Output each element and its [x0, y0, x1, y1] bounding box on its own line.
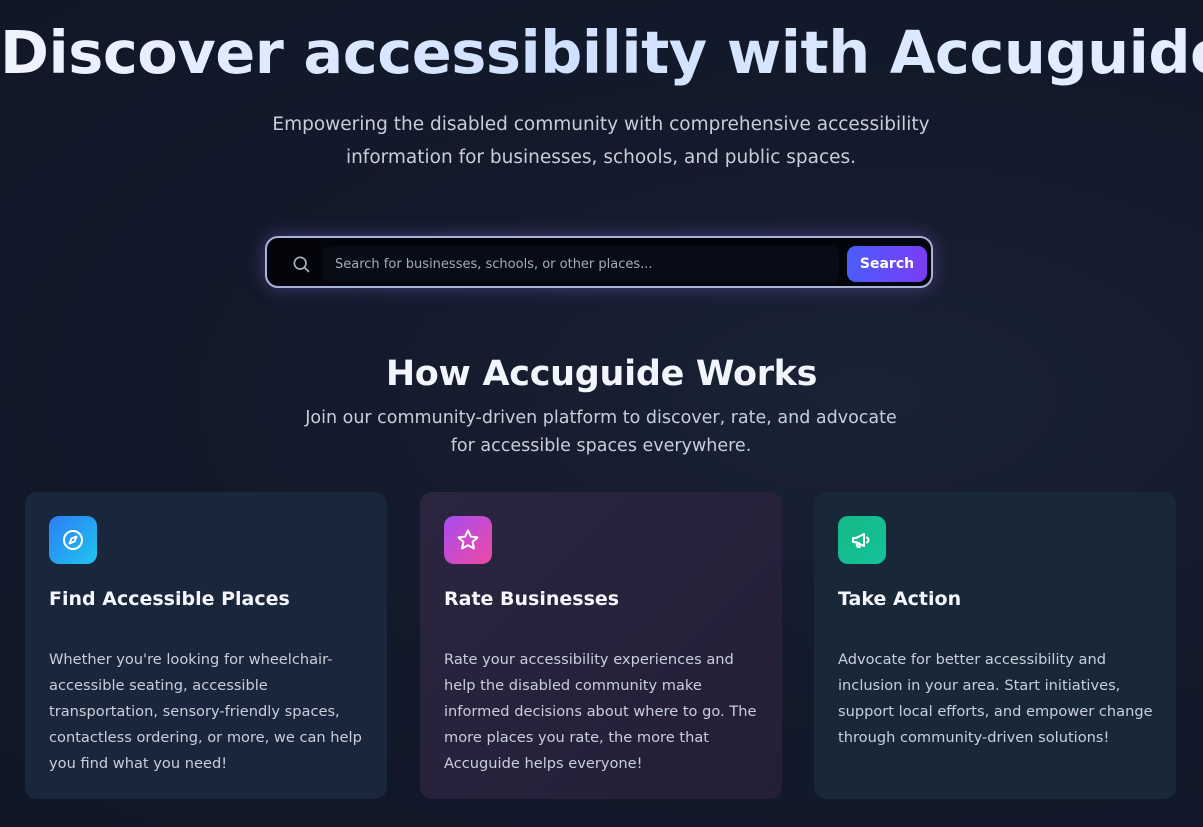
megaphone-icon [838, 516, 886, 564]
card-title: Find Accessible Places [49, 588, 290, 610]
search-icon [293, 256, 310, 273]
card-description: Advocate for better accessibility and in… [838, 651, 1153, 746]
search-input[interactable] [323, 246, 839, 282]
feature-card-take-action: Take Action Advocate for better accessib… [814, 492, 1176, 799]
search-bar: Search [265, 236, 933, 288]
card-title: Rate Businesses [444, 588, 620, 610]
search-button[interactable]: Search [847, 246, 927, 282]
hero-subtitle: Empowering the disabled community with c… [272, 114, 930, 168]
card-title: Take Action [838, 588, 962, 610]
feature-card-find-places: Find Accessible Places Whether you're lo… [25, 492, 387, 799]
star-icon [444, 516, 492, 564]
card-description: Whether you're looking for wheelchair-ac… [49, 651, 362, 772]
card-description: Rate your accessibility experiences and … [444, 651, 757, 772]
section-title: How Accuguide Works [385, 354, 818, 394]
feature-card-rate-businesses: Rate Businesses Rate your accessibility … [420, 492, 782, 799]
compass-icon [49, 516, 97, 564]
hero-title: Discover accessibility with Accuguide [0, 18, 1203, 87]
section-subtitle: Join our community-driven platform to di… [305, 408, 897, 456]
